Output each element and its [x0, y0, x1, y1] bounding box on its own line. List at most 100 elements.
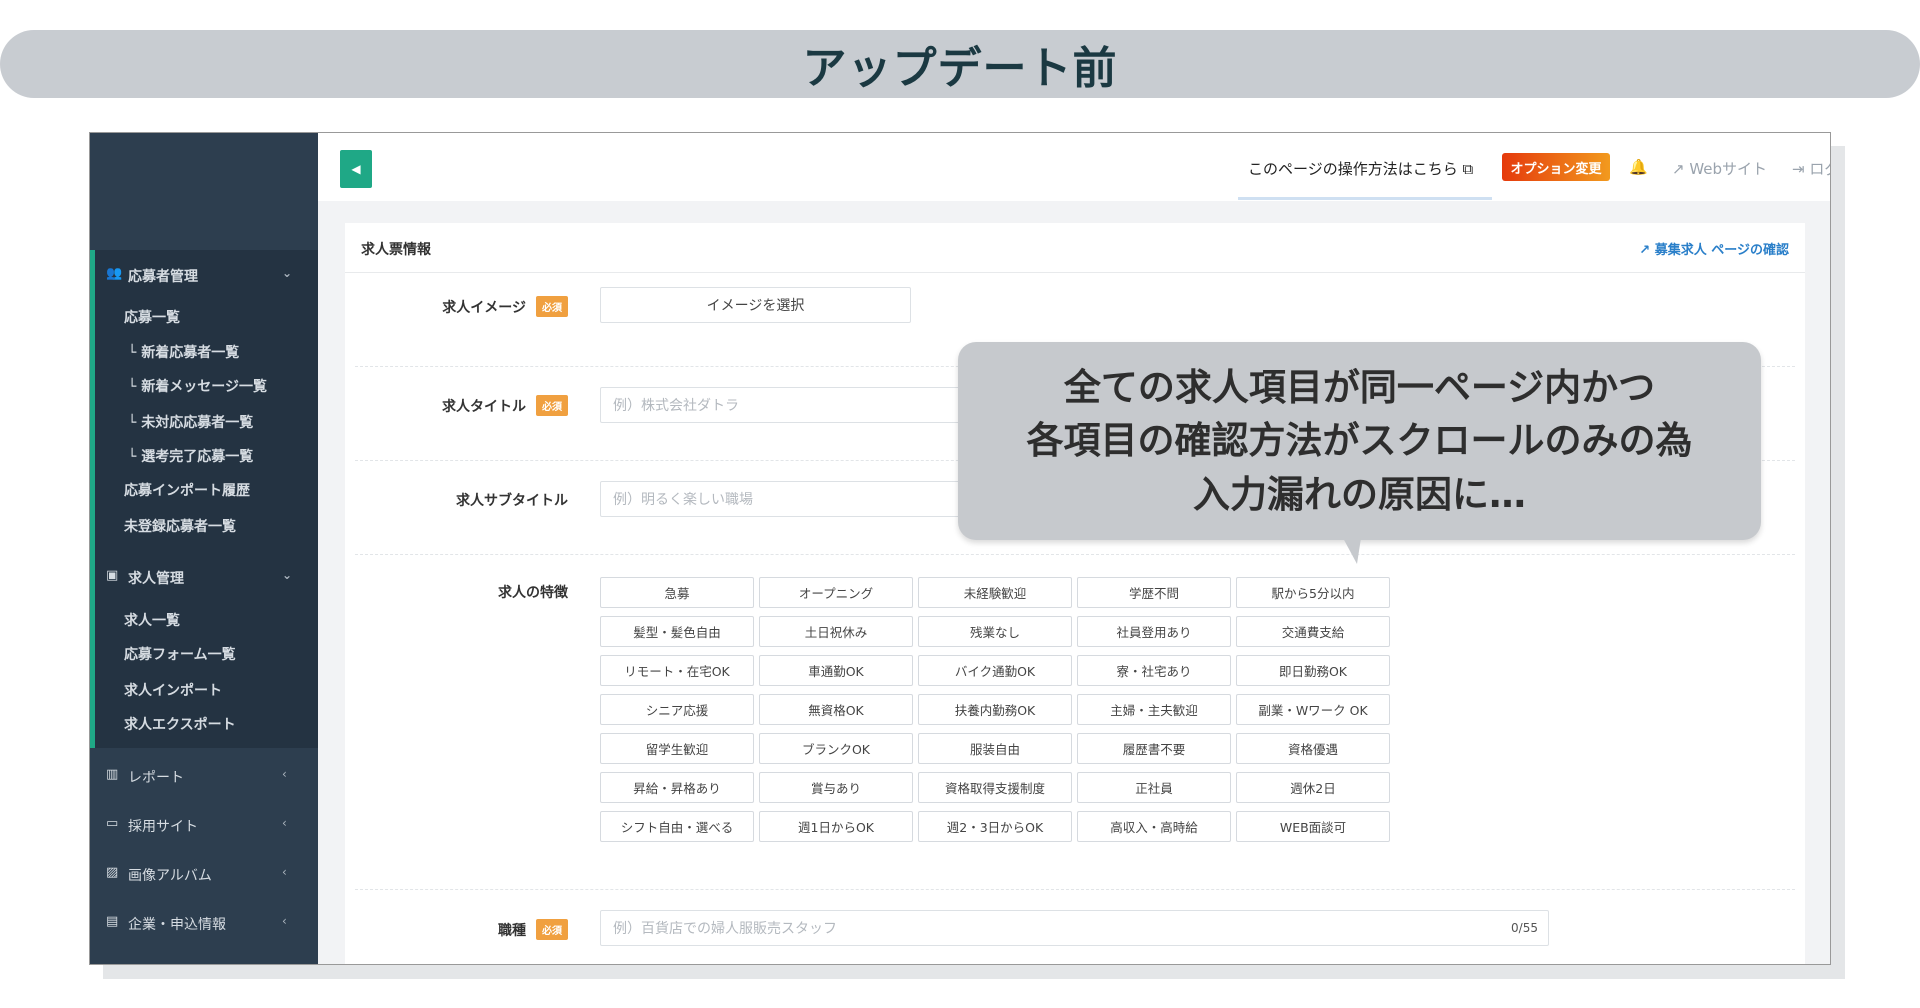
- feature-tag-button[interactable]: バイク通勤OK: [918, 655, 1072, 686]
- sidebar-toggle-button[interactable]: ◀: [340, 150, 372, 188]
- feature-tag-button[interactable]: 服装自由: [918, 733, 1072, 764]
- feature-tag-button[interactable]: 寮・社宅あり: [1077, 655, 1231, 686]
- feature-tag-button[interactable]: リモート・在宅OK: [600, 655, 754, 686]
- logout-link[interactable]: ⇥ ログアウト: [1792, 158, 1830, 179]
- chevron-left-icon: ‹: [282, 816, 287, 830]
- job-type-placeholder: 例）百貨店での婦人服販売スタッフ: [613, 921, 837, 937]
- preview-link-label: 募集求人 ページの確認: [1654, 243, 1789, 258]
- feature-tag-button[interactable]: 車通勤OK: [759, 655, 913, 686]
- feature-tag-button[interactable]: 残業なし: [918, 616, 1072, 647]
- title-banner: アップデート前: [0, 30, 1920, 98]
- job-type-input[interactable]: 例）百貨店での婦人服販売スタッフ 0/55: [600, 910, 1549, 946]
- sidebar-item[interactable]: 求人エクスポート: [124, 714, 236, 734]
- feature-tag-button[interactable]: WEB面談可: [1236, 811, 1390, 842]
- image-icon: ▨: [106, 865, 119, 880]
- feature-tag-button[interactable]: シフト自由・選べる: [600, 811, 754, 842]
- chevron-down-icon: ⌄: [282, 266, 293, 280]
- help-link[interactable]: このページの操作方法はこちら ⧉: [1248, 158, 1473, 179]
- feature-tag-button[interactable]: 土日祝休み: [759, 616, 913, 647]
- website-link[interactable]: ↗ Webサイト: [1672, 158, 1767, 179]
- required-badge: 必須: [536, 296, 568, 317]
- caret-left-icon: ◀: [351, 162, 361, 176]
- feature-tag-button[interactable]: 正社員: [1077, 772, 1231, 803]
- feature-tag-button[interactable]: ブランクOK: [759, 733, 913, 764]
- building-icon: ▤: [106, 914, 119, 929]
- label-text: 求人イメージ: [442, 299, 526, 316]
- select-image-button[interactable]: イメージを選択: [600, 287, 911, 323]
- preview-page-link[interactable]: ↗ 募集求人 ページの確認: [1639, 239, 1789, 258]
- option-change-button[interactable]: オプション変更: [1502, 153, 1610, 181]
- sidebar-item[interactable]: 未登録応募者一覧: [124, 516, 236, 536]
- feature-tag-button[interactable]: 週1日からOK: [759, 811, 913, 842]
- feature-tag-button[interactable]: 未経験歓迎: [918, 577, 1072, 608]
- feature-tag-button[interactable]: 履歴書不要: [1077, 733, 1231, 764]
- bar-chart-icon: ▥: [106, 767, 119, 782]
- chevron-left-icon: ‹: [282, 767, 287, 781]
- laptop-icon: ▭: [106, 816, 119, 831]
- external-link-icon: ↗: [1639, 243, 1655, 258]
- sidebar-item[interactable]: 求人一覧: [124, 610, 180, 630]
- logout-icon: ⇥: [1792, 160, 1805, 178]
- sidebar-label: 画像アルバム: [128, 868, 212, 884]
- feature-tag-button[interactable]: 主婦・主夫歓迎: [1077, 694, 1231, 725]
- required-badge: 必須: [536, 395, 568, 416]
- card-title: 求人票情報: [361, 242, 431, 258]
- feature-tag-button[interactable]: 週休2日: [1236, 772, 1390, 803]
- field-label-features: 求人の特徴: [498, 582, 568, 602]
- divider: [345, 272, 1805, 273]
- feature-tag-button[interactable]: 賞与あり: [759, 772, 913, 803]
- feature-tag-button[interactable]: 交通費支給: [1236, 616, 1390, 647]
- sidebar-item[interactable]: 応募インポート履歴: [124, 480, 250, 500]
- feature-tag-button[interactable]: 昇給・昇格あり: [600, 772, 754, 803]
- feature-tag-button[interactable]: 急募: [600, 577, 754, 608]
- feature-tag-button[interactable]: 副業・Wワーク OK: [1236, 694, 1390, 725]
- callout-tail: [1343, 538, 1361, 564]
- help-label: このページの操作方法はこちら: [1248, 160, 1458, 178]
- divider: [355, 554, 1795, 555]
- feature-tag-button[interactable]: 無資格OK: [759, 694, 913, 725]
- id-card-icon: ▣: [106, 568, 119, 583]
- feature-tag-grid: 急募 オープニング 未経験歓迎 学歴不問 駅から5分以内髪型・髪色自由 土日祝休み 残業なし…: [600, 577, 1390, 842]
- feature-tag-button[interactable]: 高収入・高時給: [1077, 811, 1231, 842]
- sidebar-item[interactable]: └ 未対応応募者一覧: [128, 412, 253, 432]
- field-label-image: 求人イメージ 必須: [442, 296, 568, 317]
- sidebar-item[interactable]: └ 新着応募者一覧: [128, 342, 239, 362]
- feature-tag-button[interactable]: 扶養内勤務OK: [918, 694, 1072, 725]
- sidebar-group-label: 応募者管理: [128, 269, 198, 285]
- website-label: Webサイト: [1689, 160, 1768, 178]
- feature-tag-button[interactable]: 資格取得支援制度: [918, 772, 1072, 803]
- callout-bubble: 全ての求人項目が同一ページ内かつ 各項目の確認方法がスクロールのみの為 入力漏れ…: [958, 342, 1761, 540]
- external-window-icon: ⧉: [1462, 160, 1474, 178]
- sidebar-label: レポート: [128, 770, 184, 786]
- banner-title: アップデート前: [802, 43, 1118, 94]
- feature-tag-button[interactable]: 髪型・髪色自由: [600, 616, 754, 647]
- chevron-left-icon: ‹: [282, 865, 287, 879]
- label-text: 職種: [498, 922, 526, 939]
- label-text: 求人の特徴: [498, 585, 568, 601]
- feature-tag-button[interactable]: 即日勤務OK: [1236, 655, 1390, 686]
- bell-icon[interactable]: 🔔: [1629, 158, 1648, 176]
- feature-tag-button[interactable]: シニア応援: [600, 694, 754, 725]
- sidebar-item[interactable]: └ 選考完了応募一覧: [128, 446, 253, 466]
- feature-tag-button[interactable]: 学歴不問: [1077, 577, 1231, 608]
- callout-line: 全ての求人項目が同一ページ内かつ: [1063, 365, 1656, 409]
- app-window: 👥 応募者管理 ⌄ 応募一覧 └ 新着応募者一覧 └ 新着メッセージ一覧 └ 未対応…: [89, 132, 1831, 965]
- feature-tag-button[interactable]: 社員登用あり: [1077, 616, 1231, 647]
- chevron-left-icon: ‹: [282, 914, 287, 928]
- sidebar-item[interactable]: 応募一覧: [124, 307, 180, 327]
- sidebar-label: 採用サイト: [128, 819, 198, 835]
- sidebar: 👥 応募者管理 ⌄ 応募一覧 └ 新着応募者一覧 └ 新着メッセージ一覧 └ 未対応…: [90, 133, 318, 964]
- feature-tag-button[interactable]: 留学生歓迎: [600, 733, 754, 764]
- feature-tag-button[interactable]: オープニング: [759, 577, 913, 608]
- callout-line: 入力漏れの原因に…: [1193, 472, 1526, 516]
- users-icon: 👥: [106, 266, 123, 281]
- chevron-down-icon: ⌄: [282, 568, 293, 582]
- feature-tag-button[interactable]: 資格優遇: [1236, 733, 1390, 764]
- feature-tag-button[interactable]: 週2・3日からOK: [918, 811, 1072, 842]
- sidebar-item[interactable]: └ 新着メッセージ一覧: [128, 376, 267, 396]
- label-text: 求人タイトル: [442, 398, 526, 415]
- field-label-title: 求人タイトル 必須: [442, 395, 568, 416]
- sidebar-item[interactable]: 応募フォーム一覧: [124, 644, 236, 664]
- feature-tag-button[interactable]: 駅から5分以内: [1236, 577, 1390, 608]
- sidebar-item[interactable]: 求人インポート: [124, 680, 222, 700]
